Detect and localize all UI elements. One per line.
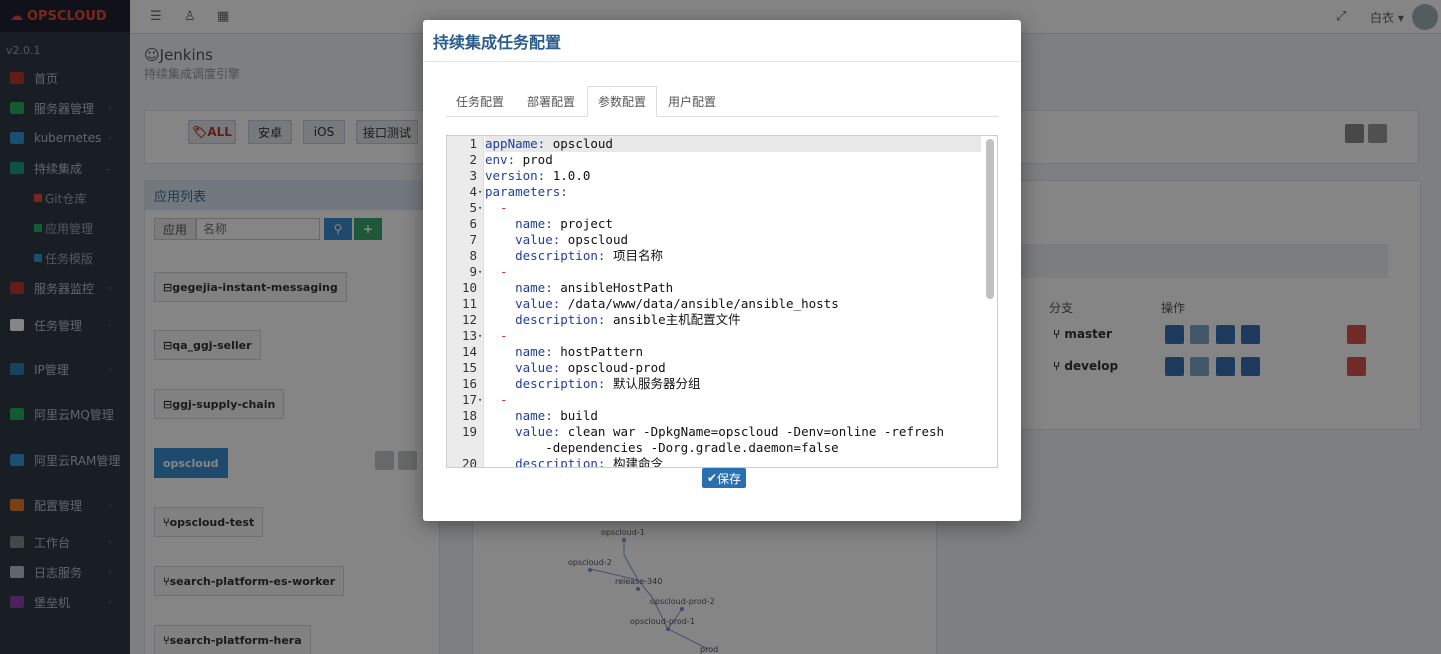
yaml-value: /data/www/data/ansible/ansible_hosts	[560, 296, 839, 311]
save-button[interactable]: ✔ 保存	[702, 468, 746, 488]
yaml-value: ansible主机配置文件	[605, 312, 741, 327]
yaml-code-editor[interactable]: 1 appName: opscloud 2 env: prod 3 version: 1.…	[446, 135, 998, 468]
line-number: 3	[469, 168, 477, 183]
code-line[interactable]: 4 ▾ parameters:	[469, 184, 981, 200]
yaml-value: opscloud-prod	[560, 360, 666, 375]
code-line[interactable]: 15 value: opscloud-prod	[462, 360, 981, 376]
tab-params-config[interactable]: 参数配置	[587, 86, 658, 117]
yaml-value: -	[485, 392, 508, 407]
modal-tabs: 任务配置 部署配置 参数配置 用户配置	[446, 86, 998, 117]
tab-user-config[interactable]: 用户配置	[658, 86, 726, 117]
yaml-value: -	[485, 200, 508, 215]
line-number: 8	[469, 248, 477, 263]
fold-icon[interactable]: ▾	[478, 264, 482, 280]
line-number: 13	[461, 328, 477, 343]
tab-task-config[interactable]: 任务配置	[446, 86, 514, 117]
yaml-value: build	[552, 408, 598, 423]
yaml-value: -	[485, 264, 508, 279]
code-line[interactable]: -dependencies -Dorg.gradle.daemon=false	[485, 440, 981, 456]
yaml-value: clean war -DpkgName=opscloud -Denv=onlin…	[560, 424, 945, 439]
yaml-key: appName:	[485, 136, 546, 151]
line-number: 16	[461, 376, 477, 391]
line-number: 4	[469, 184, 477, 199]
code-line[interactable]: 5 ▾ -	[469, 200, 981, 216]
yaml-value: opscloud	[560, 232, 628, 247]
code-line[interactable]: 11 value: /data/www/data/ansible/ansible…	[462, 296, 981, 312]
line-number: 1	[469, 136, 477, 151]
yaml-value: 项目名称	[605, 248, 663, 263]
fold-icon[interactable]: ▾	[478, 200, 482, 216]
line-number: 19	[461, 424, 477, 439]
line-number: 6	[469, 216, 477, 231]
line-number: 9	[469, 264, 477, 279]
line-number: 11	[461, 296, 477, 311]
yaml-value: 构建命令	[605, 456, 663, 468]
code-line[interactable]: 19 value: clean war -DpkgName=opscloud -…	[462, 424, 981, 440]
yaml-value: opscloud	[545, 136, 613, 151]
code-line[interactable]: 6 name: project	[469, 216, 981, 232]
code-line[interactable]: 1 appName: opscloud	[469, 136, 981, 152]
yaml-key: name:	[485, 216, 553, 231]
yaml-value: prod	[515, 152, 553, 167]
line-number: 7	[469, 232, 477, 247]
code-content[interactable]: 1 appName: opscloud 2 env: prod 3 version: 1.…	[462, 136, 981, 468]
yaml-key: description:	[485, 376, 606, 391]
yaml-value: 1.0.0	[545, 168, 591, 183]
modal-title: 持续集成任务配置	[423, 20, 1021, 62]
yaml-key: version:	[485, 168, 546, 183]
yaml-key: name:	[485, 280, 553, 295]
yaml-key: name:	[485, 408, 553, 423]
yaml-key: description:	[485, 312, 606, 327]
code-line[interactable]: 20 description: 构建命令	[462, 456, 981, 468]
yaml-key: value:	[485, 296, 561, 311]
tab-deploy-config[interactable]: 部署配置	[517, 86, 585, 117]
line-number: 15	[461, 360, 477, 375]
code-line[interactable]: 18 name: build	[462, 408, 981, 424]
yaml-value: -dependencies -Dorg.gradle.daemon=false	[485, 440, 839, 455]
yaml-value: hostPattern	[552, 344, 644, 359]
yaml-key: description:	[485, 456, 606, 468]
code-line[interactable]: 2 env: prod	[469, 152, 981, 168]
fold-icon[interactable]: ▾	[478, 328, 482, 344]
code-line[interactable]: 7 value: opscloud	[469, 232, 981, 248]
yaml-value: project	[552, 216, 613, 231]
code-line[interactable]: 14 name: hostPattern	[462, 344, 981, 360]
code-line[interactable]: 12 description: ansible主机配置文件	[462, 312, 981, 328]
code-line[interactable]: 17 ▾ -	[462, 392, 981, 408]
yaml-value: 默认服务器分组	[605, 376, 701, 391]
yaml-key: value:	[485, 360, 561, 375]
code-line[interactable]: 13 ▾ -	[462, 328, 981, 344]
check-icon: ✔	[706, 471, 718, 485]
fold-icon[interactable]: ▾	[478, 184, 482, 200]
code-line[interactable]: 16 description: 默认服务器分组	[462, 376, 981, 392]
line-number: 2	[469, 152, 477, 167]
yaml-value: ansibleHostPath	[552, 280, 674, 295]
line-number: 14	[461, 344, 477, 359]
yaml-key: value:	[485, 424, 561, 439]
line-number: 20	[461, 456, 477, 468]
yaml-key: env:	[485, 152, 516, 167]
editor-scrollbar[interactable]	[986, 139, 994, 299]
line-number: 10	[461, 280, 477, 295]
line-number: 18	[461, 408, 477, 423]
yaml-key: name:	[485, 344, 553, 359]
ci-config-modal: 持续集成任务配置 任务配置 部署配置 参数配置 用户配置 1 appName: o…	[423, 20, 1021, 521]
line-number: 5	[469, 200, 477, 215]
yaml-key: description:	[485, 248, 606, 263]
code-line[interactable]: 8 description: 项目名称	[469, 248, 981, 264]
line-number: 12	[461, 312, 477, 327]
fold-icon[interactable]: ▾	[478, 392, 482, 408]
code-line[interactable]: 3 version: 1.0.0	[469, 168, 981, 184]
line-number: 17	[461, 392, 477, 407]
code-line[interactable]: 10 name: ansibleHostPath	[462, 280, 981, 296]
code-line[interactable]: 9 ▾ -	[469, 264, 981, 280]
yaml-value: -	[485, 328, 508, 343]
yaml-key: value:	[485, 232, 561, 247]
yaml-key: parameters:	[485, 184, 568, 199]
